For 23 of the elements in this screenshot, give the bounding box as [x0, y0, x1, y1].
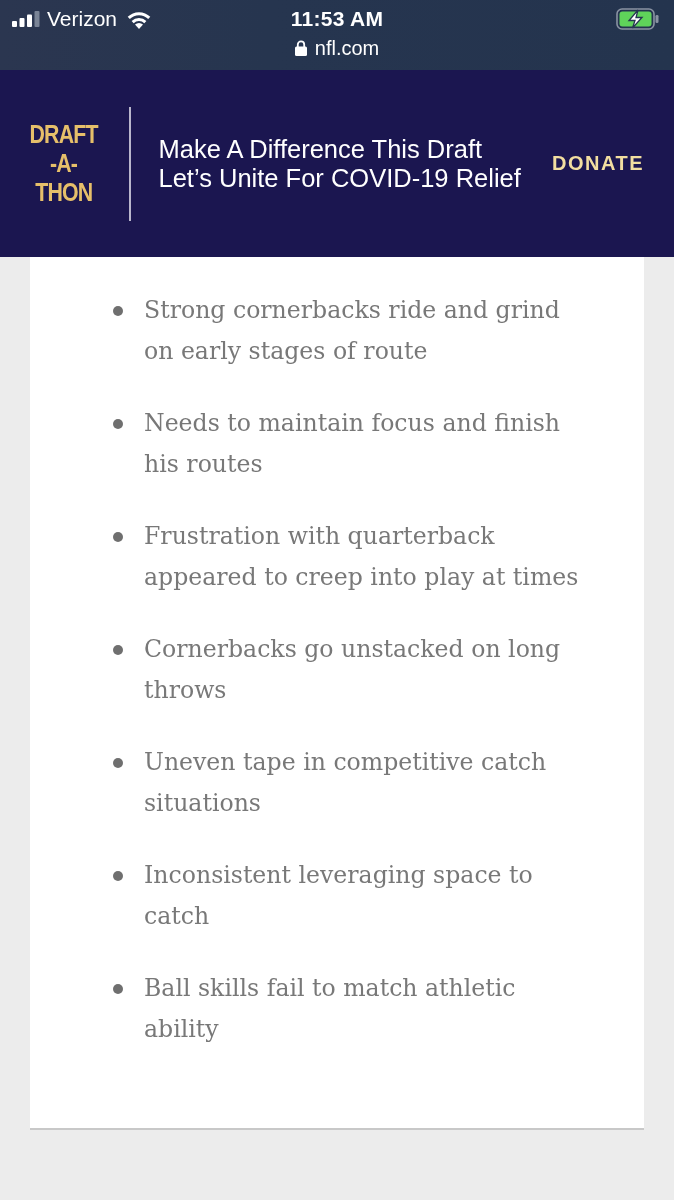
bullet-icon — [113, 757, 123, 768]
list-item-text: Ball skills fail to match athletic ability — [144, 973, 517, 1045]
bullet-icon — [113, 531, 123, 542]
signal-icon — [12, 11, 40, 27]
list-item-text: Needs to maintain focus and finish his routes — [144, 408, 562, 480]
wifi-icon — [126, 9, 153, 29]
url-text[interactable]: nfl.com — [314, 36, 380, 60]
list-item-text: Frustration with quarterback appeared to creep into play at times — [144, 521, 580, 593]
list-item-text: Uneven tape in competitive catch situations — [144, 747, 548, 819]
bullet-icon — [113, 305, 123, 316]
draft-a-thon-logo: DRAFT -A- THON — [28, 120, 100, 207]
bullet-icon — [113, 870, 123, 881]
list-item-text: Inconsistent leveraging space to catch — [144, 860, 534, 932]
banner-headline: Make A Difference This Draft Let’s Unite For COVID-19 Relief — [158, 134, 521, 193]
lock-icon — [294, 40, 307, 56]
clock-time: 11:53 AM — [290, 7, 384, 31]
bullet-icon — [113, 418, 123, 429]
donate-button[interactable]: DONATE — [552, 148, 644, 179]
bullet-icon — [113, 644, 123, 655]
list-item-text: Cornerbacks go unstacked on long throws — [144, 634, 562, 706]
carrier-name: Verizon — [47, 7, 118, 31]
list-item-text: Strong cornerbacks ride and grind on early stages of route — [144, 295, 561, 367]
bullet-icon — [113, 983, 123, 994]
